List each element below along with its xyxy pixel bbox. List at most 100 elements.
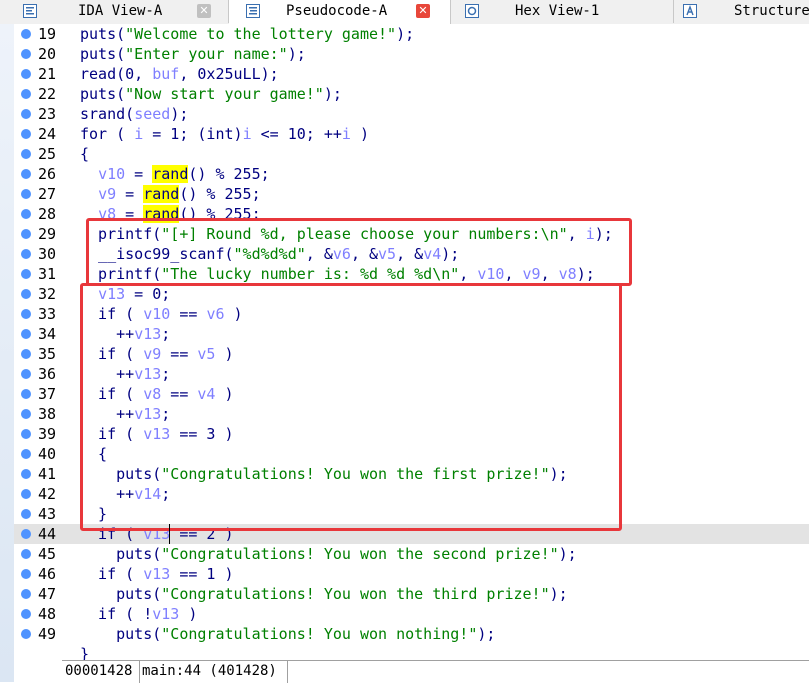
- close-icon[interactable]: ✕: [416, 4, 430, 18]
- tab-label: Structure: [734, 3, 809, 19]
- code-text[interactable]: if ( v13 == 1 ): [80, 564, 234, 584]
- breakpoint-dot-icon[interactable]: [21, 609, 31, 619]
- tab-pseudocode-a[interactable]: Pseudocode-A ✕: [229, 0, 451, 24]
- string-literal: "Congratulations! You won nothing!": [161, 625, 478, 643]
- breakpoint-dot-icon[interactable]: [21, 269, 31, 279]
- code-token: );: [170, 105, 189, 123]
- code-token: {: [80, 145, 90, 163]
- breakpoint-dot-icon[interactable]: [21, 449, 31, 459]
- tab-ida-view-a[interactable]: IDA View-A ✕: [0, 0, 229, 23]
- tab-bar: IDA View-A ✕ Pseudocode-A ✕ Hex View-1 S…: [0, 0, 809, 25]
- window-edge: [0, 24, 14, 682]
- breakpoint-dot-icon[interactable]: [21, 629, 31, 639]
- code-text[interactable]: puts("Congratulations! You won the secon…: [80, 544, 577, 564]
- code-line[interactable]: 19 puts("Welcome to the lottery game!");: [14, 24, 809, 44]
- code-token: puts(: [80, 25, 126, 43]
- code-text[interactable]: srand(seed);: [80, 104, 188, 124]
- tab-structures[interactable]: Structure: [674, 0, 809, 23]
- line-number: 46: [37, 565, 56, 583]
- code-text[interactable]: if ( !v13 ): [80, 604, 197, 624]
- breakpoint-dot-icon[interactable]: [21, 309, 31, 319]
- code-text[interactable]: puts("Enter your name:");: [80, 44, 306, 64]
- breakpoint-dot-icon[interactable]: [21, 569, 31, 579]
- hex-view-icon: [464, 3, 480, 19]
- code-text[interactable]: v9 = rand() % 255;: [80, 184, 261, 204]
- code-text[interactable]: {: [80, 144, 89, 164]
- breakpoint-dot-icon[interactable]: [21, 289, 31, 299]
- code-text[interactable]: puts("Congratulations! You won nothing!"…: [80, 624, 495, 644]
- code-token: ): [350, 125, 369, 143]
- annotation-box-io: [86, 218, 632, 286]
- code-line[interactable]: 20 puts("Enter your name:");: [14, 44, 809, 64]
- status-location: main:44 (401428): [142, 663, 277, 679]
- code-text[interactable]: puts("Welcome to the lottery game!");: [80, 24, 414, 44]
- line-number: 38: [37, 405, 56, 423]
- breakpoint-dot-icon[interactable]: [21, 89, 31, 99]
- code-token: =: [125, 165, 153, 183]
- breakpoint-dot-icon[interactable]: [21, 469, 31, 479]
- code-line[interactable]: 46 if ( v13 == 1 ): [14, 564, 809, 584]
- line-number: 22: [37, 85, 56, 103]
- code-token: =: [116, 185, 144, 203]
- code-line[interactable]: 47 puts("Congratulations! You won the th…: [14, 584, 809, 604]
- breakpoint-dot-icon[interactable]: [21, 69, 31, 79]
- code-line[interactable]: 23 srand(seed);: [14, 104, 809, 124]
- code-line[interactable]: 22 puts("Now start your game!");: [14, 84, 809, 104]
- breakpoint-dot-icon[interactable]: [21, 349, 31, 359]
- code-line[interactable]: 26 v10 = rand() % 255;: [14, 164, 809, 184]
- variable-token: v9: [98, 185, 117, 203]
- string-literal: "Welcome to the lottery game!": [125, 25, 397, 43]
- breakpoint-dot-icon[interactable]: [21, 509, 31, 519]
- code-text[interactable]: puts("Congratulations! You won the third…: [80, 584, 568, 604]
- string-literal: "Now start your game!": [125, 85, 324, 103]
- code-text[interactable]: read(0, buf, 0x25uLL);: [80, 64, 279, 84]
- status-divider: [139, 661, 140, 683]
- variable-token: buf: [152, 65, 180, 83]
- status-bar: 00001428 main:44 (401428): [62, 660, 809, 683]
- code-line[interactable]: 49 puts("Congratulations! You won nothin…: [14, 624, 809, 644]
- breakpoint-dot-icon[interactable]: [21, 149, 31, 159]
- code-line[interactable]: 25 {: [14, 144, 809, 164]
- code-line[interactable]: 21 read(0, buf, 0x25uLL);: [14, 64, 809, 84]
- tab-hex-view-1[interactable]: Hex View-1: [451, 0, 674, 23]
- code-token: read(0,: [80, 65, 153, 83]
- line-number: 25: [37, 145, 56, 163]
- breakpoint-dot-icon[interactable]: [21, 249, 31, 259]
- breakpoint-dot-icon[interactable]: [21, 229, 31, 239]
- breakpoint-dot-icon[interactable]: [21, 329, 31, 339]
- code-line[interactable]: 27 v9 = rand() % 255;: [14, 184, 809, 204]
- line-number: 23: [37, 105, 56, 123]
- code-text[interactable]: v10 = rand() % 255;: [80, 164, 270, 184]
- breakpoint-dot-icon[interactable]: [21, 409, 31, 419]
- code-line[interactable]: 45 puts("Congratulations! You won the se…: [14, 544, 809, 564]
- breakpoint-dot-icon[interactable]: [21, 589, 31, 599]
- breakpoint-dot-icon[interactable]: [21, 49, 31, 59]
- breakpoint-dot-icon[interactable]: [21, 529, 31, 539]
- code-token: puts(: [80, 545, 162, 563]
- breakpoint-dot-icon[interactable]: [21, 209, 31, 219]
- code-token: == 1 ): [170, 565, 234, 583]
- breakpoint-dot-icon[interactable]: [21, 29, 31, 39]
- breakpoint-dot-icon[interactable]: [21, 549, 31, 559]
- line-number: 29: [37, 225, 56, 243]
- code-token: for (: [80, 125, 135, 143]
- breakpoint-dot-icon[interactable]: [21, 429, 31, 439]
- tab-label: IDA View-A: [78, 3, 163, 19]
- code-token: = 1; (int): [143, 125, 243, 143]
- code-token: () % 255;: [179, 185, 261, 203]
- code-line[interactable]: 24 for ( i = 1; (int)i <= 10; ++i ): [14, 124, 809, 144]
- code-text[interactable]: for ( i = 1; (int)i <= 10; ++i ): [80, 124, 369, 144]
- breakpoint-dot-icon[interactable]: [21, 169, 31, 179]
- breakpoint-dot-icon[interactable]: [21, 129, 31, 139]
- breakpoint-dot-icon[interactable]: [21, 109, 31, 119]
- breakpoint-dot-icon[interactable]: [21, 189, 31, 199]
- line-number: 34: [37, 325, 56, 343]
- breakpoint-dot-icon[interactable]: [21, 389, 31, 399]
- code-line[interactable]: 48 if ( !v13 ): [14, 604, 809, 624]
- line-number: 19: [37, 25, 56, 43]
- breakpoint-dot-icon[interactable]: [21, 489, 31, 499]
- breakpoint-dot-icon[interactable]: [21, 369, 31, 379]
- close-icon[interactable]: ✕: [197, 4, 211, 18]
- code-text[interactable]: puts("Now start your game!");: [80, 84, 342, 104]
